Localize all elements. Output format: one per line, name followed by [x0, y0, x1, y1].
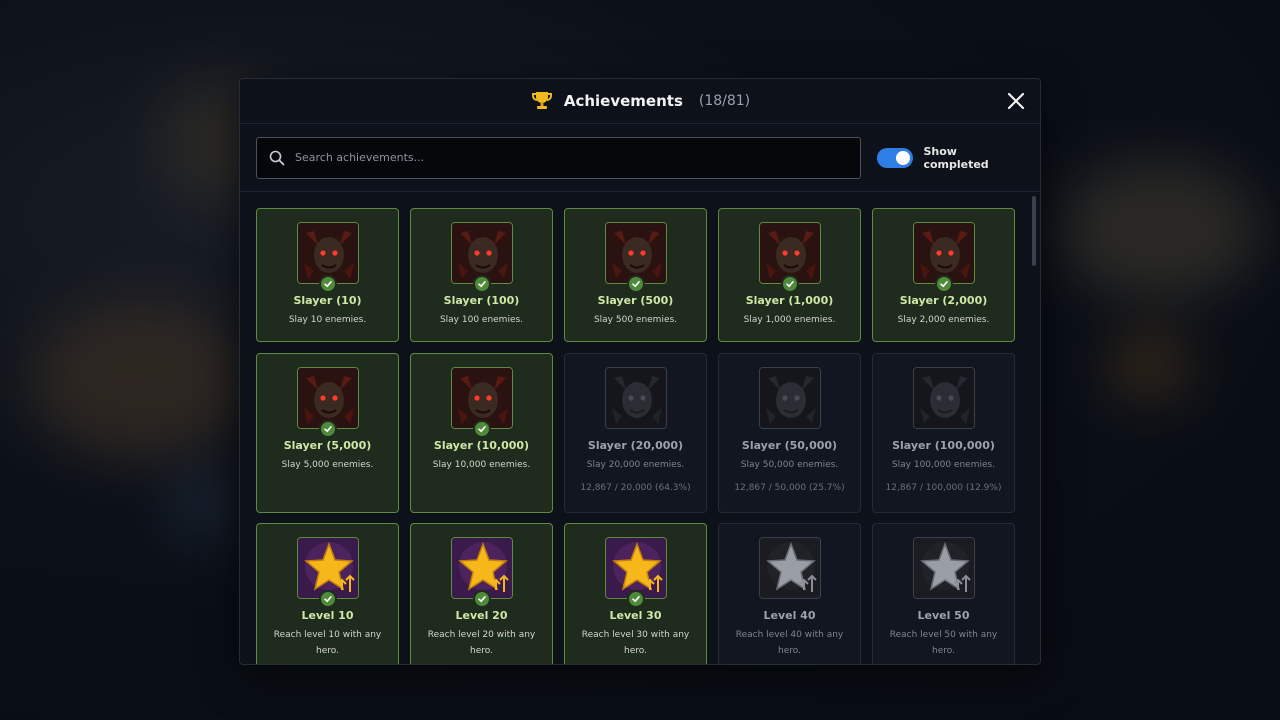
- achievement-count: (18/81): [698, 93, 751, 109]
- achievements-modal: Achievements (18/81) Show completed: [239, 78, 1041, 665]
- achievement-card[interactable]: Level 20 Reach level 20 with any hero.: [410, 523, 553, 664]
- close-icon: [1007, 92, 1025, 110]
- close-button[interactable]: [1004, 89, 1028, 113]
- check-icon: [627, 275, 645, 293]
- demon-icon: [605, 367, 667, 429]
- achievement-card[interactable]: Slayer (2,000) Slay 2,000 enemies.: [872, 208, 1015, 342]
- check-icon: [627, 590, 645, 608]
- achievement-card[interactable]: Level 30 Reach level 30 with any hero.: [564, 523, 707, 664]
- check-icon: [473, 420, 491, 438]
- show-completed-toggle-group: Show completed: [877, 145, 1024, 171]
- achievement-description: Slay 2,000 enemies.: [897, 315, 990, 325]
- achievement-card[interactable]: Slayer (100) Slay 100 enemies.: [410, 208, 553, 342]
- achievement-description: Reach level 20 with any hero.: [427, 630, 536, 656]
- achievement-card[interactable]: Slayer (50,000) Slay 50,000 enemies. 12,86…: [718, 353, 861, 513]
- demon-icon: [913, 367, 975, 429]
- toggle-label: Show completed: [923, 144, 989, 171]
- achievement-description: Reach level 40 with any hero.: [735, 630, 844, 656]
- page-title: Achievements: [563, 92, 683, 110]
- achievement-card[interactable]: Slayer (10,000) Slay 10,000 enemies.: [410, 353, 553, 513]
- achievement-description: Slay 20,000 enemies.: [586, 460, 685, 470]
- achievement-card[interactable]: Slayer (100,000) Slay 100,000 enemies. 12,…: [872, 353, 1015, 513]
- achievement-title: Slayer (50,000): [741, 439, 838, 452]
- achievement-title: Level 40: [763, 609, 816, 622]
- achievement-description: Slay 500 enemies.: [593, 315, 678, 325]
- achievement-description: Slay 10,000 enemies.: [432, 460, 531, 470]
- achievement-card[interactable]: Level 50 Reach level 50 with any hero.: [872, 523, 1015, 664]
- trophy-icon: [530, 89, 554, 113]
- achievement-title: Slayer (10): [293, 294, 362, 307]
- achievement-title: Slayer (1,000): [745, 294, 834, 307]
- achievement-description: Slay 50,000 enemies.: [740, 460, 839, 470]
- achievement-description: Reach level 30 with any hero.: [581, 630, 690, 656]
- achievement-card[interactable]: Slayer (5,000) Slay 5,000 enemies.: [256, 353, 399, 513]
- check-icon: [935, 275, 953, 293]
- achievement-title: Slayer (100): [443, 294, 520, 307]
- demon-icon: [759, 367, 821, 429]
- achievement-progress: 12,867 / 20,000 (64.3%): [580, 483, 691, 493]
- achievement-title: Level 10: [301, 609, 354, 622]
- modal-header: Achievements (18/81): [240, 79, 1040, 124]
- check-icon: [781, 275, 799, 293]
- star-icon: [759, 537, 821, 599]
- show-completed-toggle[interactable]: [877, 147, 914, 168]
- achievement-title: Slayer (10,000): [433, 439, 530, 452]
- achievement-description: Slay 1,000 enemies.: [743, 315, 836, 325]
- achievement-title: Slayer (100,000): [892, 439, 995, 452]
- achievement-card[interactable]: Slayer (1,000) Slay 1,000 enemies.: [718, 208, 861, 342]
- search-icon: [269, 150, 285, 165]
- search-box: [256, 136, 862, 179]
- achievement-card[interactable]: Slayer (20,000) Slay 20,000 enemies. 12,86…: [564, 353, 707, 513]
- achievement-title: Slayer (5,000): [283, 439, 372, 452]
- achievement-title: Level 50: [917, 609, 970, 622]
- check-icon: [473, 275, 491, 293]
- toggle-knob: [896, 150, 911, 165]
- check-icon: [319, 275, 337, 293]
- achievement-title: Slayer (500): [597, 294, 674, 307]
- header-title: Achievements (18/81): [530, 89, 750, 113]
- achievement-description: Slay 100,000 enemies.: [891, 460, 996, 470]
- star-icon: [913, 537, 975, 599]
- achievement-card[interactable]: Level 10 Reach level 10 with any hero.: [256, 523, 399, 664]
- check-icon: [319, 420, 337, 438]
- achievement-title: Slayer (2,000): [899, 294, 988, 307]
- achievement-description: Reach level 50 with any hero.: [889, 630, 998, 656]
- achievement-progress: 12,867 / 50,000 (25.7%): [734, 483, 845, 493]
- achievement-card[interactable]: Slayer (10) Slay 10 enemies.: [256, 208, 399, 342]
- scrollbar[interactable]: [1032, 196, 1036, 266]
- achievement-card[interactable]: Slayer (500) Slay 500 enemies.: [564, 208, 707, 342]
- check-icon: [473, 590, 491, 608]
- achievement-description: Slay 10 enemies.: [288, 315, 367, 325]
- achievement-title: Level 30: [609, 609, 662, 622]
- achievement-description: Slay 100 enemies.: [439, 315, 524, 325]
- toolbar: Show completed: [240, 124, 1040, 192]
- achievements-grid: Slayer (10) Slay 10 enemies. Slayer (100)…: [240, 192, 1040, 664]
- achievement-description: Slay 5,000 enemies.: [281, 460, 374, 470]
- achievement-title: Level 20: [455, 609, 508, 622]
- check-icon: [319, 590, 337, 608]
- achievement-progress: 12,867 / 100,000 (12.9%): [885, 483, 1002, 493]
- achievement-description: Reach level 10 with any hero.: [273, 630, 382, 656]
- search-input[interactable]: [295, 151, 855, 164]
- achievement-card[interactable]: Level 40 Reach level 40 with any hero.: [718, 523, 861, 664]
- achievement-title: Slayer (20,000): [587, 439, 684, 452]
